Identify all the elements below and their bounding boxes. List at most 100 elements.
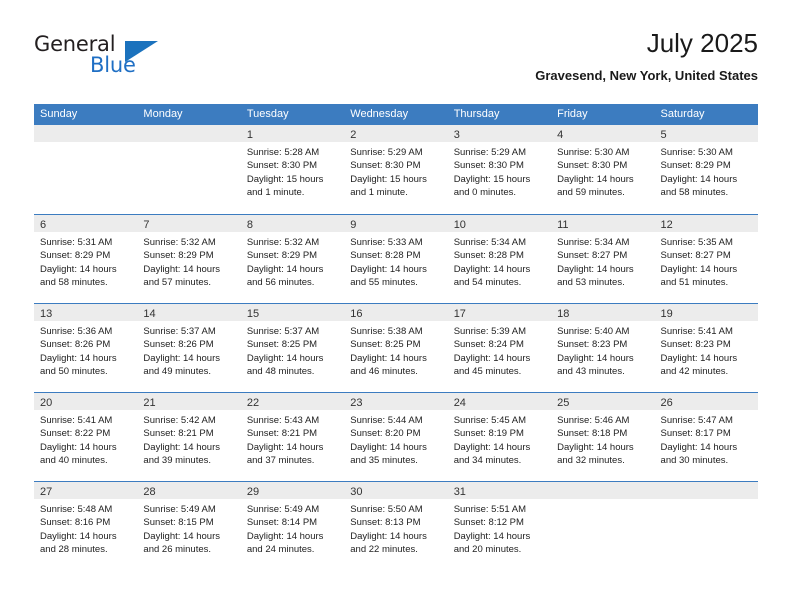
- daylight-text-line2: and 50 minutes.: [40, 365, 108, 377]
- daylight-text-line1: Daylight: 14 hours: [40, 530, 117, 542]
- day-cell[interactable]: 20 Sunrise: 5:41 AM Sunset: 8:22 PM Dayligh…: [34, 393, 138, 481]
- sunset-text: Sunset: 8:26 PM: [40, 339, 111, 351]
- sunset-text: Sunset: 8:14 PM: [246, 517, 318, 529]
- sunset-text: Sunset: 8:23 PM: [660, 339, 731, 351]
- daylight-text-line1: Daylight: 14 hours: [246, 530, 324, 542]
- location-subtitle: Gravesend, New York, United States: [535, 68, 758, 83]
- day-cell[interactable]: 6 Sunrise: 5:31 AM Sunset: 8:29 PM Daylight…: [34, 215, 138, 303]
- sunrise-text: Sunrise: 5:34 AM: [453, 237, 527, 248]
- day-details: Sunrise: 5:48 AM Sunset: 8:16 PM Daylight:…: [34, 499, 137, 556]
- daylight-text-line1: Daylight: 14 hours: [557, 441, 634, 453]
- daylight-text-line1: Daylight: 14 hours: [350, 352, 427, 364]
- sunrise-text: Sunrise: 5:32 AM: [246, 237, 320, 248]
- daylight-text-line1: Daylight: 15 hours: [246, 173, 324, 185]
- day-cell[interactable]: 13 Sunrise: 5:36 AM Sunset: 8:26 PM Dayligh…: [34, 304, 138, 392]
- daylight-text-line1: Daylight: 14 hours: [453, 441, 531, 453]
- sunset-text: Sunset: 8:13 PM: [350, 517, 421, 529]
- day-cell[interactable]: 19 Sunrise: 5:41 AM Sunset: 8:23 PM Dayligh…: [654, 304, 758, 392]
- day-cell[interactable]: 23 Sunrise: 5:44 AM Sunset: 8:20 PM Dayligh…: [344, 393, 448, 481]
- day-number-band: 25: [551, 393, 655, 410]
- daylight-text-line2: and 39 minutes.: [143, 454, 212, 466]
- sunset-text: Sunset: 8:25 PM: [350, 339, 421, 351]
- daylight-text-line1: Daylight: 14 hours: [143, 530, 220, 542]
- day-number: 5: [660, 129, 667, 141]
- day-cell[interactable]: 12 Sunrise: 5:35 AM Sunset: 8:27 PM Dayligh…: [654, 215, 758, 303]
- day-number-band: 8: [240, 215, 345, 232]
- day-number: 3: [453, 129, 460, 141]
- day-cell[interactable]: 8 Sunrise: 5:32 AM Sunset: 8:29 PM Daylight…: [240, 215, 345, 303]
- weekday-header-thursday: Thursday: [453, 108, 500, 120]
- day-number: 25: [557, 397, 570, 409]
- calendar-page: General Blue July 2025 Gravesend, New Yo…: [0, 0, 792, 612]
- day-cell[interactable]: 29 Sunrise: 5:49 AM Sunset: 8:14 PM Dayligh…: [240, 482, 345, 570]
- sunrise-text: Sunrise: 5:48 AM: [40, 504, 113, 515]
- calendar-week-row: 6 Sunrise: 5:31 AM Sunset: 8:29 PM Daylight…: [34, 214, 758, 303]
- day-cell[interactable]: 26 Sunrise: 5:47 AM Sunset: 8:17 PM Dayligh…: [654, 393, 758, 481]
- day-number: 4: [557, 129, 564, 141]
- day-details: Sunrise: 5:45 AM Sunset: 8:19 PM Daylight:…: [448, 410, 551, 467]
- day-cell[interactable]: 27 Sunrise: 5:48 AM Sunset: 8:16 PM Dayligh…: [34, 482, 138, 570]
- day-cell[interactable]: 24 Sunrise: 5:45 AM Sunset: 8:19 PM Dayligh…: [447, 393, 552, 481]
- day-cell[interactable]: 18 Sunrise: 5:40 AM Sunset: 8:23 PM Dayligh…: [551, 304, 655, 392]
- calendar-grid: Sunday Monday Tuesday Wednesday Thursday Frid…: [34, 104, 758, 570]
- sunset-text: Sunset: 8:28 PM: [350, 250, 421, 262]
- day-cell[interactable]: 2 Sunrise: 5:29 AM Sunset: 8:30 PM Daylight…: [344, 125, 448, 214]
- sunset-text: Sunset: 8:12 PM: [453, 517, 524, 529]
- weekday-header-saturday: Saturday: [660, 108, 705, 120]
- day-number-band: 7: [137, 215, 241, 232]
- sunrise-text: Sunrise: 5:29 AM: [350, 147, 423, 158]
- day-number-band: 15: [240, 304, 345, 321]
- day-cell[interactable]: 30 Sunrise: 5:50 AM Sunset: 8:13 PM Dayligh…: [344, 482, 448, 570]
- day-number-band: [137, 125, 241, 142]
- day-cell[interactable]: 21 Sunrise: 5:42 AM Sunset: 8:21 PM Dayligh…: [137, 393, 241, 481]
- day-number-band: 18: [551, 304, 655, 321]
- day-details: Sunrise: 5:49 AM Sunset: 8:14 PM Daylight:…: [241, 499, 344, 556]
- day-details: Sunrise: 5:40 AM Sunset: 8:23 PM Daylight:…: [551, 321, 654, 378]
- daylight-text-line1: Daylight: 14 hours: [557, 263, 634, 275]
- day-cell[interactable]: 28 Sunrise: 5:49 AM Sunset: 8:15 PM Dayligh…: [137, 482, 241, 570]
- day-number-band: 3: [447, 125, 552, 142]
- day-cell[interactable]: 31 Sunrise: 5:51 AM Sunset: 8:12 PM Dayligh…: [447, 482, 552, 570]
- daylight-text-line2: and 58 minutes.: [660, 186, 729, 198]
- day-cell[interactable]: 9 Sunrise: 5:33 AM Sunset: 8:28 PM Daylight…: [344, 215, 448, 303]
- weekday-header-monday: Monday: [143, 108, 183, 120]
- day-cell[interactable]: 10 Sunrise: 5:34 AM Sunset: 8:28 PM Dayligh…: [447, 215, 552, 303]
- day-number-band: 17: [447, 304, 552, 321]
- day-details: Sunrise: 5:41 AM Sunset: 8:23 PM Daylight:…: [655, 321, 758, 378]
- day-details: Sunrise: 5:39 AM Sunset: 8:24 PM Daylight:…: [448, 321, 551, 378]
- day-number-band: 5: [654, 125, 758, 142]
- day-cell[interactable]: 3 Sunrise: 5:29 AM Sunset: 8:30 PM Daylight…: [447, 125, 552, 214]
- sunrise-text: Sunrise: 5:49 AM: [143, 504, 216, 515]
- day-cell[interactable]: 17 Sunrise: 5:39 AM Sunset: 8:24 PM Dayligh…: [447, 304, 552, 392]
- day-cell[interactable]: 15 Sunrise: 5:37 AM Sunset: 8:25 PM Dayligh…: [240, 304, 345, 392]
- day-cell[interactable]: 22 Sunrise: 5:43 AM Sunset: 8:21 PM Dayligh…: [240, 393, 345, 481]
- day-cell[interactable]: 11 Sunrise: 5:34 AM Sunset: 8:27 PM Dayligh…: [551, 215, 655, 303]
- weekday-header-sunday: Sunday: [40, 108, 78, 120]
- daylight-text-line1: Daylight: 15 hours: [350, 173, 427, 185]
- sunrise-text: Sunrise: 5:44 AM: [350, 415, 423, 426]
- day-cell[interactable]: 25 Sunrise: 5:46 AM Sunset: 8:18 PM Dayligh…: [551, 393, 655, 481]
- daylight-text-line1: Daylight: 14 hours: [453, 263, 531, 275]
- day-cell[interactable]: 7 Sunrise: 5:32 AM Sunset: 8:29 PM Daylight…: [137, 215, 241, 303]
- brand-logo[interactable]: General Blue: [34, 32, 234, 84]
- sunset-text: Sunset: 8:16 PM: [40, 517, 111, 529]
- daylight-text-line1: Daylight: 14 hours: [660, 352, 738, 364]
- day-cell[interactable]: 14 Sunrise: 5:37 AM Sunset: 8:26 PM Dayligh…: [137, 304, 241, 392]
- day-number-band: 16: [344, 304, 448, 321]
- day-number: 31: [453, 486, 466, 498]
- day-number: 12: [660, 219, 673, 231]
- daylight-text-line2: and 58 minutes.: [40, 276, 108, 288]
- sunset-text: Sunset: 8:29 PM: [143, 250, 214, 262]
- day-cell[interactable]: 16 Sunrise: 5:38 AM Sunset: 8:25 PM Dayligh…: [344, 304, 448, 392]
- sunrise-text: Sunrise: 5:31 AM: [40, 237, 113, 248]
- day-cell[interactable]: 1 Sunrise: 5:28 AM Sunset: 8:30 PM Daylight…: [240, 125, 345, 214]
- day-cell[interactable]: 4 Sunrise: 5:30 AM Sunset: 8:30 PM Daylight…: [551, 125, 655, 214]
- day-number: 17: [453, 308, 466, 320]
- day-cell[interactable]: 5 Sunrise: 5:30 AM Sunset: 8:29 PM Daylight…: [654, 125, 758, 214]
- day-details: Sunrise: 5:28 AM Sunset: 8:30 PM Daylight:…: [241, 142, 344, 199]
- sunset-text: Sunset: 8:30 PM: [350, 160, 421, 172]
- day-number: 18: [557, 308, 570, 320]
- day-details: Sunrise: 5:44 AM Sunset: 8:20 PM Daylight:…: [344, 410, 447, 467]
- day-number: 8: [246, 219, 253, 231]
- day-number: 16: [350, 308, 363, 320]
